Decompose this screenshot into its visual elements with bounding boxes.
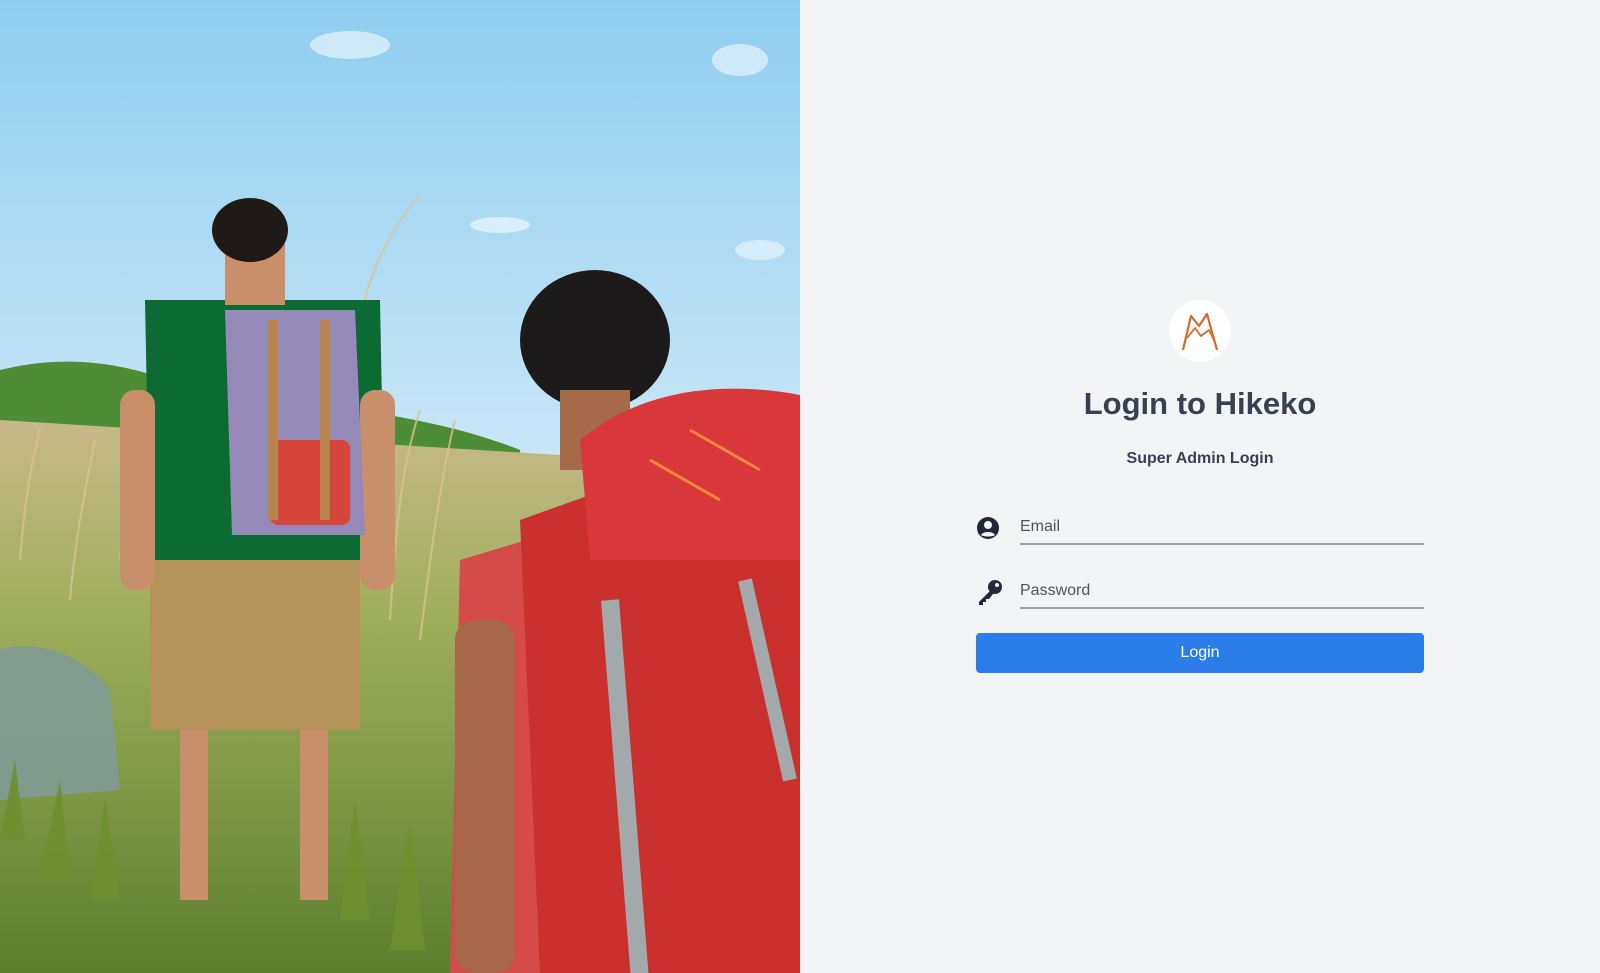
login-button[interactable]: Login — [976, 633, 1424, 673]
page-title: Login to Hikeko — [1083, 386, 1317, 421]
email-field-row — [976, 510, 1424, 546]
login-panel: Login to Hikeko Super Admin Login Email … — [800, 0, 1600, 973]
login-page: Login to Hikeko Super Admin Login Email … — [0, 0, 1600, 973]
key-icon — [976, 578, 1004, 606]
password-input[interactable] — [1020, 575, 1424, 609]
hero-image — [0, 0, 800, 973]
page-subtitle: Super Admin Login — [1126, 450, 1274, 467]
password-field-row — [976, 574, 1424, 610]
email-input[interactable] — [1020, 511, 1424, 545]
user-circle-icon — [976, 514, 1004, 542]
mountain-logo-icon — [1169, 300, 1231, 362]
